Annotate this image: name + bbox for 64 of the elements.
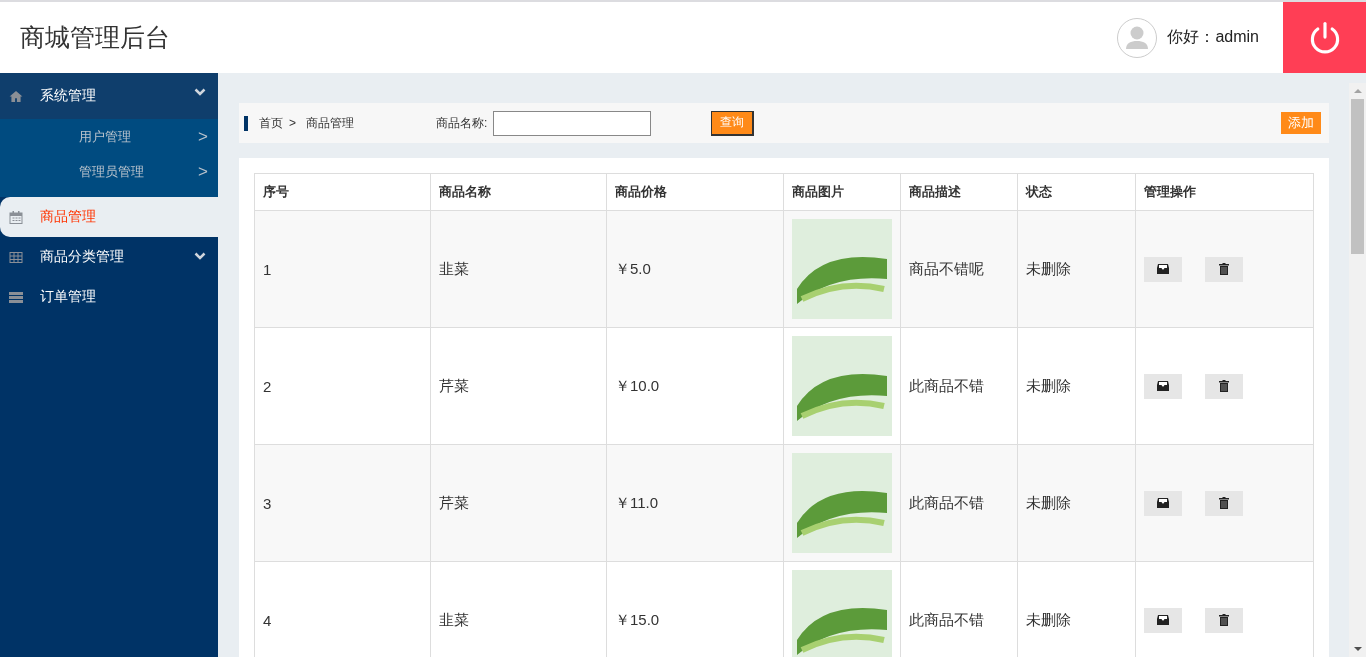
delete-button[interactable] — [1205, 373, 1243, 399]
inbox-icon — [1157, 381, 1169, 391]
edit-button[interactable] — [1144, 373, 1182, 399]
column-header: 商品名称 — [430, 173, 607, 211]
submenu-item[interactable]: 管理员管理 > — [0, 154, 218, 189]
table-cell: 4 — [254, 561, 431, 657]
table-cell: 韭菜 — [430, 210, 607, 328]
table-cell: ￥10.0 — [606, 327, 784, 445]
trash-icon — [1219, 497, 1229, 509]
table-cell: ￥5.0 — [606, 210, 784, 328]
table-cell: 商品不错呢 — [900, 210, 1018, 328]
grid-icon — [9, 251, 23, 263]
edit-button[interactable] — [1144, 490, 1182, 516]
table-cell: 芹菜 — [430, 444, 607, 562]
inbox-icon — [1157, 264, 1169, 274]
column-header: 序号 — [254, 173, 431, 211]
home-icon — [9, 90, 23, 102]
table-cell: 此商品不错 — [900, 444, 1018, 562]
scroll-thumb[interactable] — [1351, 99, 1364, 254]
column-header: 商品图片 — [783, 173, 901, 211]
sidebar-item[interactable]: 订单管理 — [0, 277, 218, 317]
chevron-down-icon — [194, 88, 206, 96]
logout-button[interactable] — [1283, 2, 1366, 73]
inbox-icon — [1157, 615, 1169, 625]
column-header: 状态 — [1017, 173, 1136, 211]
table-cell: 3 — [254, 444, 431, 562]
table-cell: 2 — [254, 327, 431, 445]
list-icon — [9, 291, 23, 303]
inbox-icon — [1157, 498, 1169, 508]
table-cell: 未删除 — [1017, 444, 1136, 562]
table-cell: 未删除 — [1017, 210, 1136, 328]
scrollbar[interactable] — [1349, 83, 1366, 657]
search-label: 商品名称: — [436, 114, 488, 132]
delete-button[interactable] — [1205, 256, 1243, 282]
trash-icon — [1219, 614, 1229, 626]
submenu-item[interactable]: 用户管理 > — [0, 119, 218, 154]
scroll-down-icon[interactable] — [1353, 647, 1362, 651]
sidebar-item[interactable]: 商品管理 — [0, 197, 218, 237]
table-cell: 未删除 — [1017, 327, 1136, 445]
table-cell: ￥11.0 — [606, 444, 784, 562]
breadcrumb-link[interactable]: 首页 — [259, 114, 283, 132]
calendar-icon — [9, 210, 23, 224]
table-cell: 此商品不错 — [900, 327, 1018, 445]
trash-icon — [1219, 263, 1229, 275]
search-field[interactable] — [493, 110, 652, 136]
column-header: 管理操作 — [1135, 173, 1314, 211]
accent-bar — [244, 115, 248, 131]
chevron-down-icon — [194, 252, 206, 260]
table-cell: 芹菜 — [430, 327, 607, 445]
trash-icon — [1219, 380, 1229, 392]
greeting-text: 你好：admin — [1167, 27, 1259, 47]
sidebar-item[interactable]: 系统管理 — [0, 73, 218, 119]
table-cell: 1 — [254, 210, 431, 328]
breadcrumb-current: 商品管理 — [306, 114, 354, 132]
breadcrumb-separator: > — [289, 116, 296, 130]
delete-button[interactable] — [1205, 607, 1243, 633]
edit-button[interactable] — [1144, 256, 1182, 282]
delete-button[interactable] — [1205, 490, 1243, 516]
column-header: 商品描述 — [900, 173, 1018, 211]
edit-button[interactable] — [1144, 607, 1182, 633]
column-header: 商品价格 — [606, 173, 784, 211]
sidebar-item[interactable]: 商品分类管理 — [0, 237, 218, 277]
app-title: 商城管理后台 — [20, 22, 171, 53]
avatar-icon — [1117, 17, 1158, 58]
